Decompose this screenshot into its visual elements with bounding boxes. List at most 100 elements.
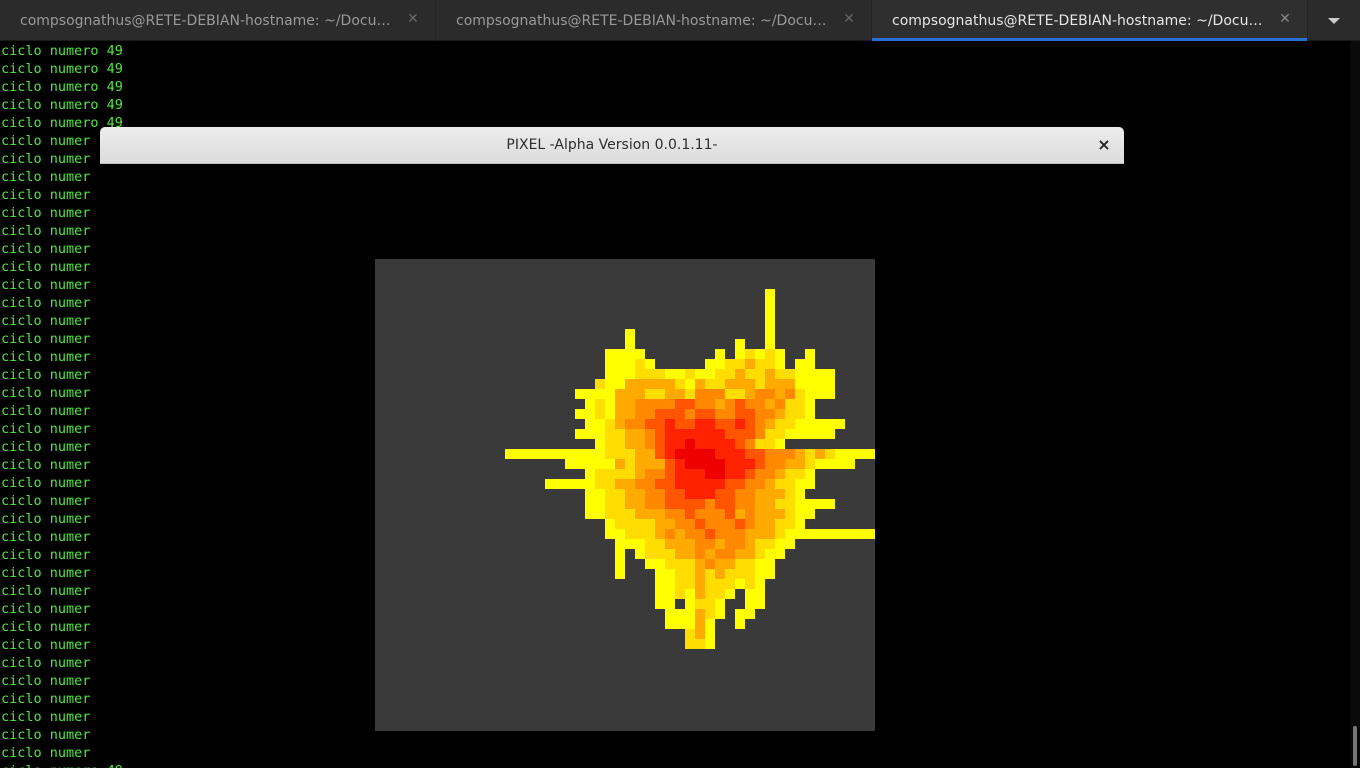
fire-pixel — [815, 389, 825, 399]
fire-pixel — [735, 369, 745, 379]
fire-pixel — [725, 559, 735, 569]
fire-pixel — [795, 459, 805, 469]
close-icon[interactable]: ✕ — [841, 11, 857, 27]
fire-pixel — [735, 439, 745, 449]
fire-pixel — [615, 499, 625, 509]
terminal-tab-1[interactable]: compsognathus@RETE-DEBIAN-hostname: ~/Do… — [0, 0, 436, 41]
fire-pixel — [605, 359, 615, 369]
terminal-tab-2[interactable]: compsognathus@RETE-DEBIAN-hostname: ~/Do… — [436, 0, 872, 41]
fire-pixel — [615, 509, 625, 519]
fire-pixel — [665, 399, 675, 409]
fire-pixel — [755, 379, 765, 389]
fire-pixel — [635, 459, 645, 469]
fire-pixel — [695, 519, 705, 529]
fire-pixel — [795, 469, 805, 479]
fire-pixel — [805, 499, 815, 509]
fire-pixel — [575, 429, 585, 439]
fire-pixel — [665, 519, 675, 529]
fire-pixel — [805, 419, 815, 429]
fire-pixel — [615, 349, 625, 359]
fire-pixel — [685, 619, 695, 629]
fire-pixel — [805, 359, 815, 369]
fire-pixel — [625, 389, 635, 399]
fire-pixel — [765, 309, 775, 319]
fire-pixel — [705, 639, 715, 649]
fire-pixel — [775, 429, 785, 439]
scrollbar-thumb[interactable] — [1353, 726, 1357, 766]
fire-pixel — [795, 449, 805, 459]
fire-pixel — [725, 489, 735, 499]
fire-pixel — [775, 389, 785, 399]
fire-pixel — [685, 579, 695, 589]
fire-pixel — [645, 419, 655, 429]
fire-pixel — [675, 499, 685, 509]
close-icon[interactable]: × — [1094, 135, 1114, 155]
terminal-scrollbar[interactable] — [1350, 41, 1360, 768]
fire-pixel — [785, 539, 795, 549]
fire-pixel — [775, 509, 785, 519]
fire-pixel — [585, 469, 595, 479]
fire-pixel — [775, 459, 785, 469]
fire-pixel — [755, 419, 765, 429]
fire-pixel — [715, 489, 725, 499]
fire-pixel — [785, 479, 795, 489]
fire-pixel — [655, 489, 665, 499]
fire-pixel — [705, 619, 715, 629]
fire-pixel — [705, 389, 715, 399]
terminal-tab-3[interactable]: compsognathus@RETE-DEBIAN-hostname: ~/Do… — [872, 0, 1308, 41]
fire-pixel — [825, 369, 835, 379]
chevron-down-icon — [1328, 17, 1340, 24]
fire-pixel — [715, 559, 725, 569]
fire-pixel — [715, 469, 725, 479]
fire-pixel — [695, 399, 705, 409]
fire-pixel — [635, 419, 645, 429]
fire-pixel — [725, 549, 735, 559]
fire-pixel — [745, 389, 755, 399]
fire-pixel — [585, 489, 595, 499]
close-icon[interactable]: ✕ — [405, 11, 421, 27]
fire-pixel — [665, 499, 675, 509]
fire-pixel — [755, 429, 765, 439]
fire-pixel — [815, 499, 825, 509]
fire-pixel — [645, 469, 655, 479]
fire-pixel — [755, 399, 765, 409]
pixel-window-titlebar[interactable]: PIXEL -Alpha Version 0.0.1.11- × — [100, 127, 1124, 164]
fire-pixel — [675, 489, 685, 499]
pixel-canvas[interactable] — [375, 259, 925, 731]
fire-pixel — [645, 559, 655, 569]
fire-pixel — [755, 409, 765, 419]
fire-pixel — [765, 289, 775, 299]
fire-pixel — [695, 609, 705, 619]
fire-pixel — [625, 429, 635, 439]
fire-pixel — [855, 529, 865, 539]
fire-pixel — [545, 479, 555, 489]
tab-menu-button[interactable] — [1308, 0, 1360, 41]
fire-pixel — [605, 449, 615, 459]
fire-pixel — [575, 389, 585, 399]
fire-pixel — [595, 499, 605, 509]
fire-pixel — [835, 529, 845, 539]
fire-pixel — [785, 519, 795, 529]
fire-pixel — [625, 369, 635, 379]
fire-pixel — [755, 569, 765, 579]
fire-pixel — [605, 419, 615, 429]
fire-pixel — [775, 419, 785, 429]
fire-pixel — [615, 469, 625, 479]
fire-pixel — [765, 299, 775, 309]
fire-pixel — [665, 549, 675, 559]
fire-pixel — [845, 459, 855, 469]
fire-pixel — [595, 409, 605, 419]
close-icon[interactable]: ✕ — [1277, 11, 1293, 27]
fire-pixel — [755, 349, 765, 359]
fire-pixel — [685, 439, 695, 449]
fire-pixel — [695, 509, 705, 519]
fire-pixel — [615, 359, 625, 369]
fire-pixel — [645, 359, 655, 369]
fire-pixel — [715, 459, 725, 469]
fire-pixel — [545, 449, 555, 459]
fire-pixel — [675, 389, 685, 399]
fire-pixel — [615, 369, 625, 379]
fire-pixel — [805, 429, 815, 439]
fire-pixel — [865, 449, 875, 459]
fire-pixel — [605, 489, 615, 499]
